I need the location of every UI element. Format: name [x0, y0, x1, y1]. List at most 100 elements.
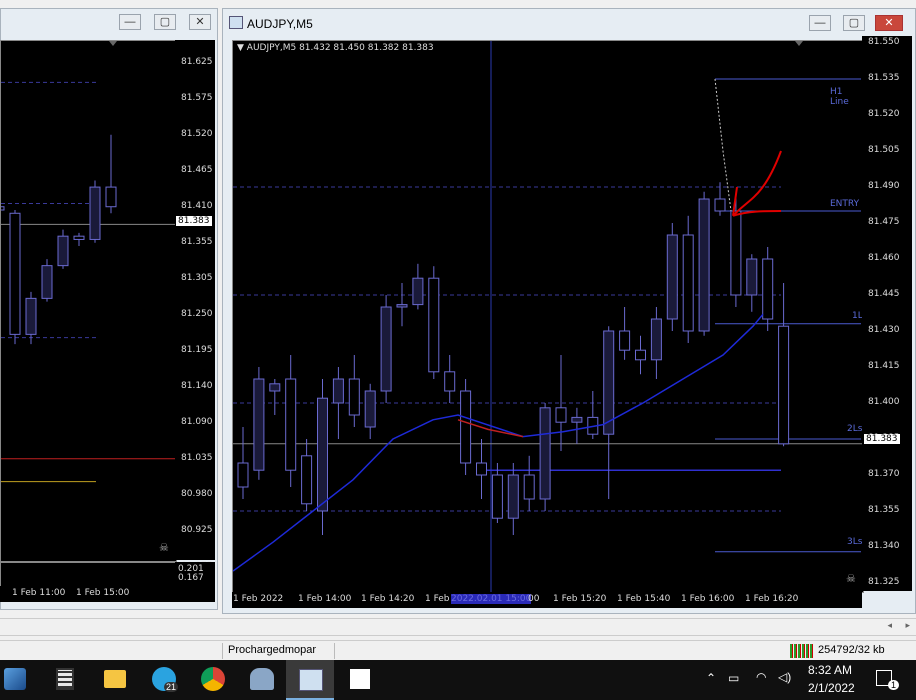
candle-body	[460, 390, 472, 464]
red-annotation	[732, 150, 782, 217]
price-tick-label: 81.400	[868, 397, 900, 407]
price-tick-label: 81.490	[868, 181, 900, 191]
price-tick-label: 81.430	[868, 325, 900, 335]
price-tick-label: 81.305	[181, 273, 213, 283]
candle-body	[603, 330, 615, 435]
candle-body	[507, 474, 519, 519]
price-tick-label: 81.355	[181, 237, 213, 247]
battery-icon[interactable]: ▭	[728, 671, 739, 685]
candle-body	[380, 306, 392, 392]
scroll-right-arrow[interactable]: ▸	[905, 620, 910, 631]
candle-body	[332, 378, 344, 404]
h1-line-label: H1 Line	[830, 87, 849, 107]
price-tick-label: 80.925	[181, 525, 213, 535]
candle-body	[348, 378, 360, 416]
file-explorer-icon[interactable]	[104, 670, 126, 688]
price-tick-label: 81.340	[868, 541, 900, 551]
price-tick-label: 81.625	[181, 57, 213, 67]
candle-body	[762, 258, 774, 320]
connection-bars-icon	[790, 644, 814, 658]
status-divider	[222, 643, 223, 659]
candle-body	[396, 304, 408, 308]
candle-body	[491, 474, 503, 519]
price-tick-label: 81.520	[181, 129, 213, 139]
candle-body	[301, 455, 313, 505]
price-tick-label: 81.475	[868, 217, 900, 227]
left-indicator-pane	[0, 562, 177, 588]
notification-badge: 21	[164, 682, 179, 692]
close-button[interactable]: ✕	[875, 15, 903, 31]
price-tick-label: 81.575	[181, 93, 213, 103]
minimize-button[interactable]: —	[119, 14, 141, 30]
2ls-label: 2Ls	[847, 424, 863, 434]
status-divider	[334, 643, 335, 659]
metatrader-icon[interactable]	[250, 668, 274, 690]
clock-time[interactable]: 8:32 AM	[808, 663, 852, 677]
candle-body	[571, 416, 583, 423]
candle-body	[619, 330, 631, 351]
price-tick-label: 81.550	[868, 37, 900, 47]
active-app-icon[interactable]	[286, 660, 334, 700]
price-tick-label: 81.535	[868, 73, 900, 83]
price-tick-label: 81.415	[868, 361, 900, 371]
candle-body	[57, 235, 69, 267]
candle-body	[666, 234, 678, 320]
candle-body	[698, 198, 710, 332]
price-tick-label: 81.505	[868, 145, 900, 155]
candle-body	[105, 186, 117, 208]
price-tick-label: 81.090	[181, 417, 213, 427]
horizontal-scrollbar[interactable]: ◂ ▸	[0, 618, 916, 636]
left-chart[interactable]: ☠	[0, 40, 177, 562]
price-tick-label: 81.465	[181, 165, 213, 175]
status-bar: Prochargedmopar 254792/32 kb	[0, 640, 916, 661]
price-tick-label: 81.460	[868, 253, 900, 263]
candle-body	[89, 186, 101, 240]
main-time-axis: 1 Feb 2022 1 Feb 14:00 1 Feb 14:20 1 Feb…	[232, 592, 862, 608]
start-button[interactable]	[4, 668, 26, 690]
candle-body	[285, 378, 297, 471]
3ls-label: 3Ls	[847, 537, 863, 547]
candle-body	[364, 390, 376, 428]
candle-body	[317, 397, 328, 512]
main-chart[interactable]: ☠ ▼ AUDJPY,M5 81.432 81.450 81.382 81.38…	[232, 40, 864, 593]
candle-body	[269, 383, 281, 392]
skull-icon: ☠	[159, 541, 169, 554]
candle-body	[746, 258, 758, 296]
candle-body	[9, 212, 21, 335]
price-tick-label: 81.520	[868, 109, 900, 119]
calculator-icon[interactable]	[56, 668, 74, 690]
price-tick-label: 81.410	[181, 201, 213, 211]
network-icon[interactable]: ◠	[756, 670, 766, 684]
skull-icon: ☠	[846, 572, 856, 585]
maximize-button[interactable]: ▢	[154, 14, 176, 30]
candle-body	[778, 325, 790, 445]
notes-icon[interactable]	[350, 669, 370, 689]
taskbar: 21 ⌃ ▭ ◠ ◁) 8:32 AM 2/1/2022 1	[0, 660, 916, 700]
volume-icon[interactable]: ◁)	[778, 670, 791, 684]
left-current-price-tag: 81.383	[176, 216, 212, 226]
trade-path	[714, 78, 732, 212]
candle-body	[635, 349, 646, 361]
left-time-axis: 1 Feb 11:00 1 Feb 15:00	[0, 586, 215, 602]
tray-chevron-icon[interactable]: ⌃	[706, 671, 716, 685]
chart-info: ▼ AUDJPY,M5 81.432 81.450 81.382 81.383	[237, 43, 434, 53]
clock-date[interactable]: 2/1/2022	[808, 681, 855, 695]
chart-window-icon	[229, 16, 243, 29]
moving-average-line	[233, 313, 764, 572]
candle-body	[428, 277, 440, 373]
main-current-price-tag: 81.383	[864, 434, 900, 444]
candle-body	[444, 371, 456, 392]
chrome-icon[interactable]	[201, 667, 225, 691]
profile-name: Prochargedmopar	[228, 644, 317, 656]
maximize-button[interactable]: ▢	[843, 15, 865, 31]
candle-body	[523, 474, 535, 500]
minimize-button[interactable]: —	[809, 15, 831, 31]
candle-body	[682, 234, 694, 332]
close-button[interactable]: ✕	[189, 14, 211, 30]
chart-shift-marker	[109, 41, 117, 46]
price-tick-label: 81.355	[868, 505, 900, 515]
candle-body	[476, 462, 487, 476]
candle-body	[714, 198, 726, 212]
scroll-left-arrow[interactable]: ◂	[887, 620, 892, 631]
window-title: AUDJPY,M5	[247, 17, 313, 31]
